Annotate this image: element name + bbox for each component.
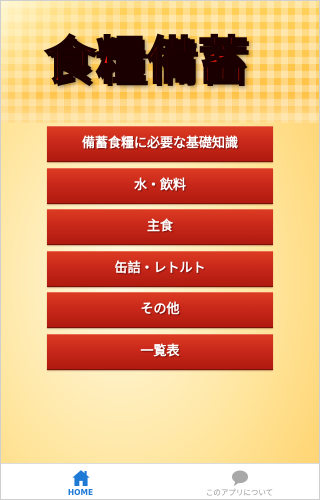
menu-button-canned-retort[interactable]: 缶詰・レトルト bbox=[47, 250, 273, 287]
menu-button-staple-food[interactable]: 主食 bbox=[47, 209, 273, 245]
tab-home[interactable]: HOME bbox=[1, 464, 160, 499]
chat-bubble-icon bbox=[231, 470, 248, 487]
tab-home-label: HOME bbox=[67, 488, 94, 497]
menu-button-water-drinks[interactable]: 水・飲料 bbox=[47, 167, 273, 204]
menu-button-other[interactable]: その他 bbox=[47, 292, 273, 328]
header-banner: 食糧備蓄 bbox=[1, 1, 319, 123]
home-icon bbox=[71, 470, 90, 486]
main-menu: 備蓄食糧に必要な基礎知識 水・飲料 主食 缶詰・レトルト その他 一覧表 bbox=[47, 126, 273, 375]
tab-about-label: このアプリについて bbox=[205, 488, 274, 497]
app-title: 食糧備蓄 bbox=[44, 31, 249, 91]
menu-button-list[interactable]: 一覧表 bbox=[47, 333, 273, 370]
menu-button-basic-knowledge[interactable]: 備蓄食糧に必要な基礎知識 bbox=[47, 126, 273, 162]
app-frame: 食糧備蓄 備蓄食糧に必要な基礎知識 水・飲料 主食 缶詰・レトルト その他 一覧… bbox=[0, 0, 320, 500]
tab-about-app[interactable]: このアプリについて bbox=[160, 464, 319, 499]
bottom-tab-bar: HOME このアプリについて bbox=[1, 463, 319, 499]
main-content: 食糧備蓄 備蓄食糧に必要な基礎知識 水・飲料 主食 缶詰・レトルト その他 一覧… bbox=[1, 1, 319, 463]
